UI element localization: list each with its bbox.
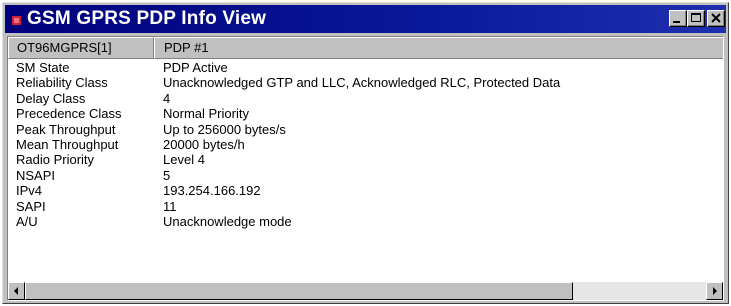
field-value: 4 [163,90,171,106]
field-label: Peak Throughput [16,121,116,137]
app-icon [11,13,22,25]
field-value: Up to 256000 bytes/s [163,121,286,137]
field-label: IPv4 [16,183,43,199]
field-value: 20000 bytes/h [163,136,245,152]
list-item[interactable]: SM State PDP Active [8,60,723,75]
minimize-icon [673,21,680,23]
field-label: SM State [16,60,70,75]
field-label: NSAPI [16,167,56,183]
list-item[interactable]: Delay Class 4 [8,90,723,106]
info-list-view[interactable]: OT96MGPRS[1] PDP #1 SM State PDP Active R… [7,36,724,301]
arrow-left-icon [14,287,18,295]
field-value: Level 4 [163,152,205,168]
list-item[interactable]: IPv4 193.254.166.192 [8,183,723,199]
pdp-info-window: GSM GPRS PDP Info View OT96MGPRS[1] PDP … [2,2,729,304]
scrollbar-thumb[interactable] [25,282,573,300]
maximize-icon [691,13,701,22]
field-label: SAPI [16,198,46,214]
field-label: Precedence Class [16,106,122,122]
field-label: Delay Class [16,90,86,106]
list-item[interactable]: Peak Throughput Up to 256000 bytes/s [8,121,723,137]
field-label: Reliability Class [16,75,108,91]
title-bar[interactable]: GSM GPRS PDP Info View [5,5,726,33]
field-label: A/U [16,213,38,229]
field-value: 193.254.166.192 [163,183,261,199]
field-value: Normal Priority [163,106,249,122]
close-icon [711,13,721,23]
minimize-button[interactable] [669,10,687,27]
scroll-right-button[interactable] [706,282,723,300]
window-title: GSM GPRS PDP Info View [27,8,267,29]
column-header-device[interactable]: OT96MGPRS[1] [8,37,154,59]
list-item[interactable]: NSAPI 5 [8,167,723,183]
maximize-button[interactable] [687,10,705,27]
column-header: OT96MGPRS[1] PDP #1 [8,37,723,60]
field-value: Unacknowledged GTP and LLC, Acknowledged… [163,75,561,91]
list-item[interactable]: Mean Throughput 20000 bytes/h [8,136,723,152]
field-value: 5 [163,167,171,183]
horizontal-scrollbar[interactable] [8,282,723,300]
field-value: Unacknowledge mode [163,213,292,229]
field-label: Radio Priority [16,152,95,168]
list-item[interactable]: Precedence Class Normal Priority [8,106,723,122]
close-button[interactable] [707,10,725,27]
field-value: PDP Active [163,60,228,75]
list-item[interactable]: Radio Priority Level 4 [8,152,723,168]
scroll-left-button[interactable] [8,282,25,300]
list-item[interactable]: Reliability Class Unacknowledged GTP and … [8,75,723,91]
field-label: Mean Throughput [16,136,119,152]
info-rows: SM State PDP Active Reliability Class Unac… [8,60,723,229]
list-item[interactable]: SAPI 11 [8,198,723,214]
arrow-right-icon [713,287,717,295]
column-header-pdp[interactable]: PDP #1 [154,37,723,59]
list-item[interactable]: A/U Unacknowledge mode [8,213,723,229]
field-value: 11 [163,198,177,214]
